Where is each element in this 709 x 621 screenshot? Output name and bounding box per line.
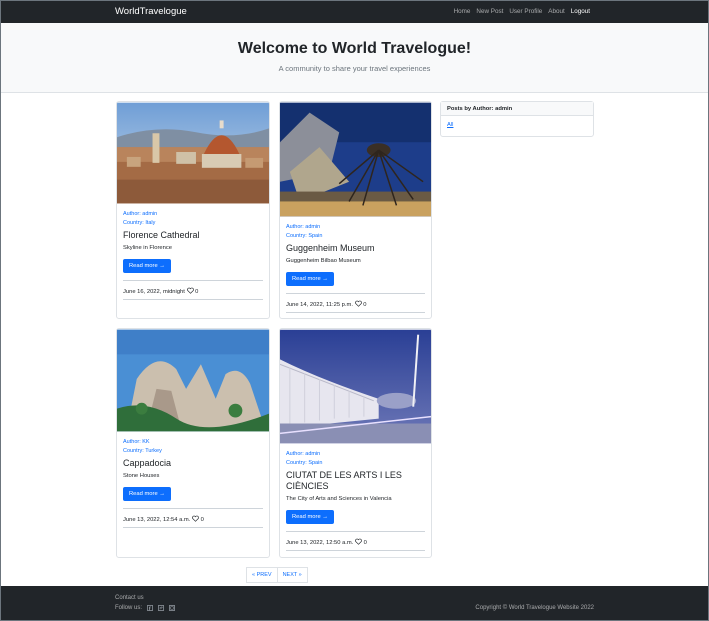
post-title: Guggenheim Museum bbox=[286, 243, 375, 253]
read-more-button[interactable]: Read more → bbox=[286, 510, 335, 524]
hero-header: Welcome to World Travelogue! A community… bbox=[1, 23, 708, 93]
post-country[interactable]: Country: Turkey bbox=[123, 447, 263, 456]
post-country[interactable]: Country: Spain bbox=[286, 459, 425, 468]
post-author[interactable]: Author: admin bbox=[286, 450, 425, 459]
post-footer: June 16, 2022, midnight 0 bbox=[123, 280, 263, 300]
post-date: June 13, 2022, 12:50 a.m. bbox=[286, 540, 354, 546]
post-card: Author: admin Country: Spain CIUTAT DE L… bbox=[279, 328, 432, 558]
post-image[interactable] bbox=[117, 102, 269, 204]
read-more-button[interactable]: Read more → bbox=[286, 272, 335, 286]
post-image[interactable] bbox=[280, 102, 431, 217]
heart-icon[interactable] bbox=[354, 300, 362, 307]
read-more-button[interactable]: Read more → bbox=[123, 487, 172, 501]
like-count: 0 bbox=[200, 517, 204, 523]
post-title: CIUTAT DE LES ARTS I LES CIÈNCIES bbox=[286, 470, 402, 491]
post-title: Cappadocia bbox=[123, 458, 172, 468]
footer: Contact us Follow us: Copyright © World … bbox=[1, 586, 708, 620]
post-country[interactable]: Country: Spain bbox=[286, 232, 425, 241]
post-author[interactable]: Author: admin bbox=[286, 223, 425, 232]
copyright-text: Copyright © World Travelogue Website 202… bbox=[475, 605, 594, 611]
post-footer: June 13, 2022, 12:54 a.m. 0 bbox=[123, 508, 263, 528]
post-card: Author: admin Country: Spain Guggenheim … bbox=[279, 101, 432, 319]
next-page-button[interactable]: NEXT » bbox=[277, 567, 308, 583]
page-title: Welcome to World Travelogue! bbox=[237, 40, 472, 57]
like-count: 0 bbox=[363, 302, 367, 308]
heart-icon[interactable] bbox=[192, 515, 199, 522]
brand-logo[interactable]: WorldTravelogue bbox=[115, 6, 187, 17]
like-count: 0 bbox=[195, 289, 199, 295]
author-sidebar: Posts by Author: admin All bbox=[440, 101, 594, 137]
contact-us-link[interactable]: Contact us bbox=[115, 595, 144, 601]
nav-about-link[interactable]: About bbox=[548, 8, 564, 15]
post-title: Florence Cathedral bbox=[123, 230, 200, 240]
post-image[interactable] bbox=[117, 329, 269, 432]
follow-us: Follow us: bbox=[115, 605, 176, 611]
pagination: « PREV NEXT » bbox=[246, 567, 308, 583]
post-country[interactable]: Country: Italy bbox=[123, 219, 263, 228]
page-subtitle: A community to share your travel experie… bbox=[278, 64, 431, 73]
post-footer: June 13, 2022, 12:50 a.m. 0 bbox=[286, 531, 425, 551]
prev-page-button[interactable]: « PREV bbox=[246, 567, 278, 583]
post-footer: June 14, 2022, 11:25 p.m. 0 bbox=[286, 293, 425, 313]
post-date: June 16, 2022, midnight bbox=[123, 289, 185, 295]
nav-user-profile-link[interactable]: User Profile bbox=[509, 8, 542, 15]
youtube-icon[interactable] bbox=[169, 605, 176, 611]
heart-icon[interactable] bbox=[355, 538, 362, 545]
nav-links: Home New Post User Profile About Logout bbox=[454, 8, 590, 15]
sidebar-all-link[interactable]: All bbox=[441, 116, 593, 134]
heart-icon[interactable] bbox=[186, 287, 194, 294]
nav-home-link[interactable]: Home bbox=[454, 8, 471, 15]
post-description: Skyline in Florence bbox=[123, 245, 172, 251]
post-author[interactable]: Author: admin bbox=[123, 210, 263, 219]
post-description: Guggenheim Bilbao Museum bbox=[286, 258, 361, 264]
nav-new-post-link[interactable]: New Post bbox=[476, 8, 503, 15]
post-card: Author: KK Country: Turkey Cappadocia St… bbox=[116, 328, 270, 558]
post-date: June 14, 2022, 11:25 p.m. bbox=[286, 302, 353, 308]
facebook-icon[interactable] bbox=[147, 605, 154, 611]
nav-logout-link[interactable]: Logout bbox=[571, 8, 590, 15]
follow-us-label: Follow us: bbox=[115, 605, 143, 611]
sidebar-heading: Posts by Author: admin bbox=[441, 102, 593, 116]
post-description: The City of Arts and Sciences in Valenci… bbox=[286, 496, 392, 502]
twitter-icon[interactable] bbox=[158, 605, 165, 611]
post-date: June 13, 2022, 12:54 a.m. bbox=[123, 517, 191, 523]
read-more-button[interactable]: Read more → bbox=[123, 259, 172, 273]
post-author[interactable]: Author: KK bbox=[123, 438, 263, 447]
navbar: WorldTravelogue Home New Post User Profi… bbox=[1, 1, 708, 23]
post-image[interactable] bbox=[280, 329, 431, 444]
post-card: Author: admin Country: Italy Florence Ca… bbox=[116, 101, 270, 319]
post-description: Stone Houses bbox=[123, 473, 160, 479]
like-count: 0 bbox=[363, 540, 367, 546]
